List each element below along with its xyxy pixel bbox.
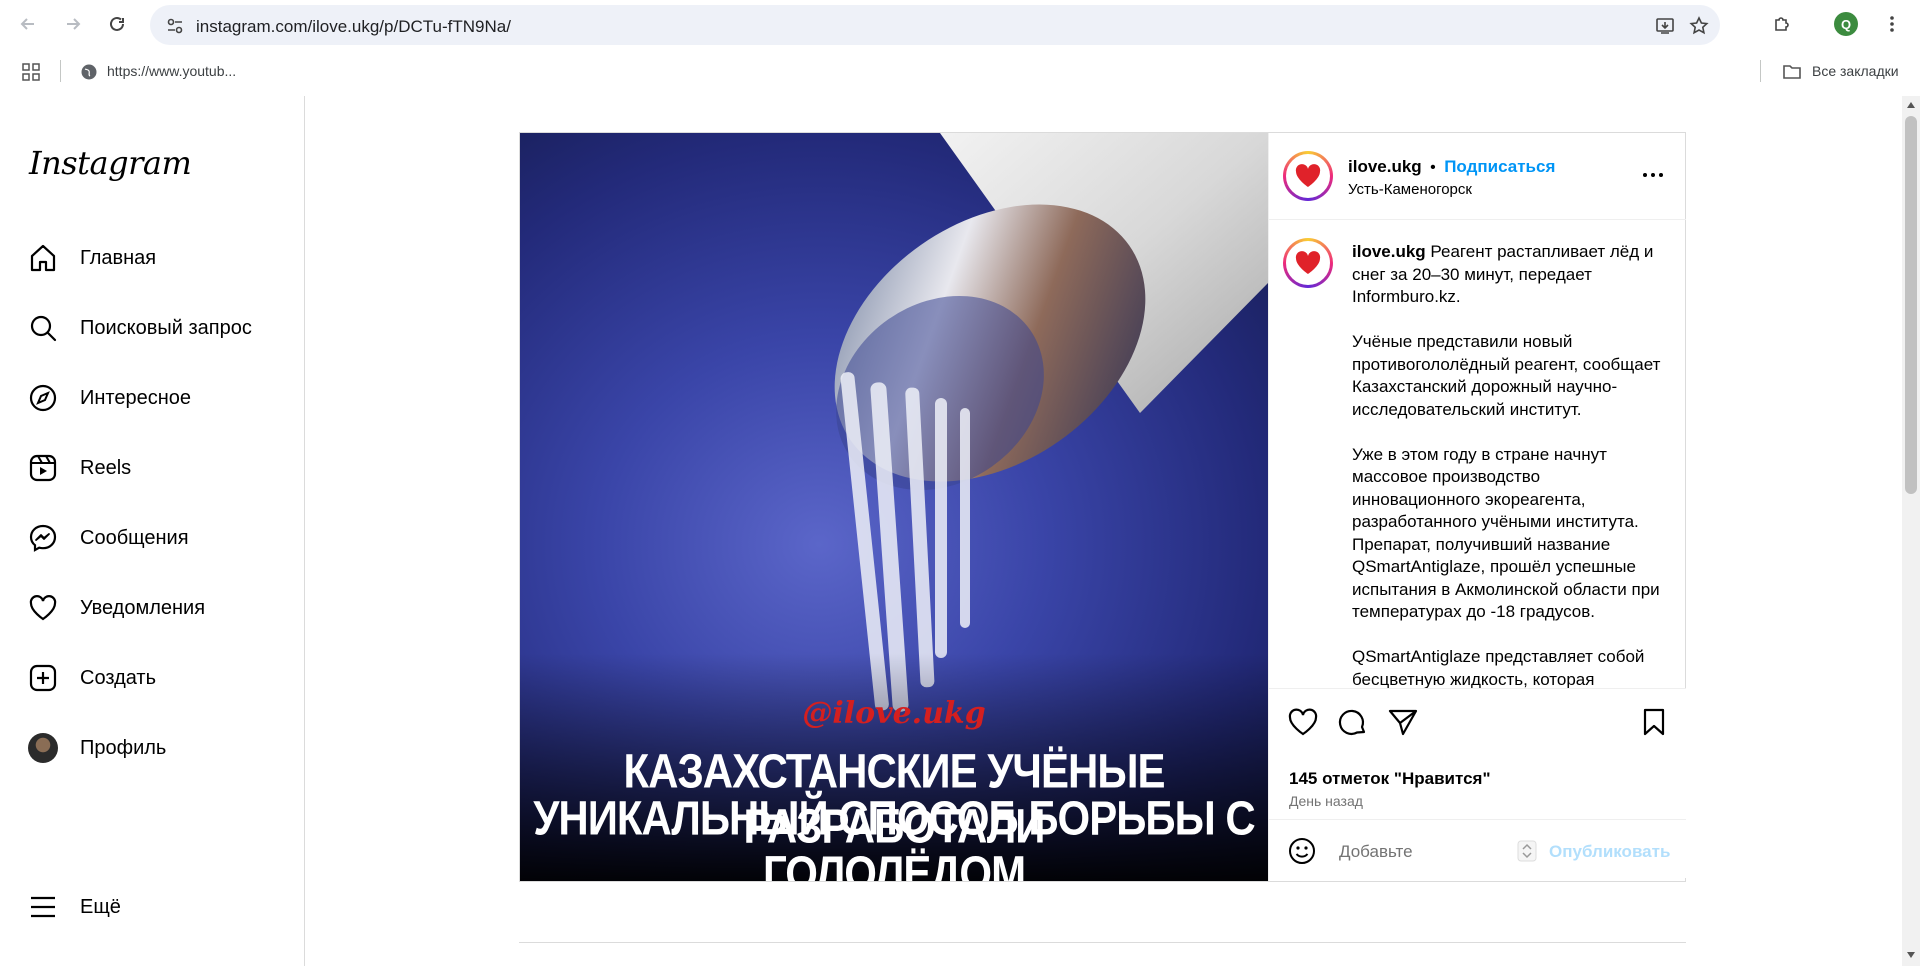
post-panel: ilove.ukg • Подписаться Усть-Каменогорск… [1268, 133, 1686, 881]
profile-avatar[interactable]: Q [1834, 12, 1858, 36]
likes-count[interactable]: 145 отметок "Нравится" [1289, 769, 1491, 789]
menu-button[interactable] [1878, 10, 1906, 38]
separator-dot: • [1430, 159, 1436, 176]
image-headline-line2: УНИКАЛЬНЫЙ СПОСОБ БОРЬБЫ С ГОЛОЛЁДОМ [533, 790, 1255, 881]
nav-label: Уведомления [80, 596, 206, 619]
forward-arrow-icon [67, 18, 81, 30]
caption-paragraph: Уже в этом году в стране начнут массовое… [1352, 444, 1660, 622]
puzzle-icon [1775, 17, 1789, 31]
post-actions: 145 отметок "Нравится" День назад Добавь… [1269, 688, 1686, 878]
comment-button[interactable] [1337, 707, 1369, 742]
reels-icon [26, 451, 60, 485]
folder-icon [1782, 63, 1802, 86]
extensions-button[interactable] [1768, 10, 1796, 38]
heart-logo-icon [1295, 164, 1321, 187]
nav-label: Главная [80, 246, 157, 269]
page-scrollbar[interactable] [1902, 96, 1920, 966]
globe-icon [80, 63, 98, 86]
feed-divider [519, 942, 1686, 943]
install-app-icon[interactable] [1654, 15, 1676, 37]
nav-search[interactable]: Поисковый запрос [26, 304, 286, 352]
resize-handle-icon [1517, 840, 1537, 867]
heart-icon [26, 591, 60, 625]
save-button[interactable] [1641, 707, 1667, 742]
site-info-icon[interactable] [164, 15, 186, 37]
apps-grid-icon[interactable] [22, 63, 40, 86]
nav-label: Создать [80, 666, 157, 689]
scroll-up-icon[interactable] [1906, 101, 1916, 109]
nav-more[interactable]: Ещё [26, 883, 286, 931]
heart-icon [1288, 708, 1318, 736]
share-button[interactable] [1387, 707, 1419, 742]
caption-username[interactable]: ilove.ukg [1352, 242, 1426, 261]
nav-label: Профиль [80, 736, 167, 759]
heart-logo-icon [1295, 251, 1321, 274]
nav-home[interactable]: Главная [26, 234, 286, 282]
post-time[interactable]: День назад [1289, 793, 1363, 809]
bookmark-icon [1643, 708, 1665, 736]
nav-notifications[interactable]: Уведомления [26, 584, 286, 632]
browser-toolbar: instagram.com/ilove.ukg/p/DCTu-fTN9Na/ Q [0, 0, 1920, 48]
url-text[interactable]: instagram.com/ilove.ukg/p/DCTu-fTN9Na/ [196, 17, 511, 37]
nav-create[interactable]: Создать [26, 654, 286, 702]
bookmark-youtube[interactable]: https://www.youtub... [107, 63, 236, 79]
forward-button[interactable] [59, 10, 87, 38]
post-card: @ilove.ukg КАЗАХСТАНСКИЕ УЧЁНЫЕ РАЗРАБОТ… [519, 132, 1686, 882]
follow-button[interactable]: Подписаться [1444, 157, 1555, 176]
caption-paragraph: Учёные представили новый противогололёдн… [1352, 332, 1661, 419]
scrollbar-thumb[interactable] [1905, 116, 1917, 494]
comment-input[interactable]: Добавьте [1339, 842, 1413, 862]
send-icon [1388, 709, 1418, 736]
plus-square-icon [26, 661, 60, 695]
nav-profile[interactable]: Профиль [26, 724, 286, 772]
hamburger-icon [26, 890, 60, 924]
back-arrow-icon [20, 18, 34, 30]
reload-icon [110, 16, 124, 31]
post-caption: ilove.ukg Реагент растапливает лёд и сне… [1352, 241, 1662, 714]
more-options-icon[interactable] [1641, 165, 1665, 190]
nav-label: Сообщения [80, 526, 189, 549]
emoji-icon[interactable] [1287, 836, 1317, 871]
reload-button[interactable] [103, 10, 131, 38]
compass-icon [26, 381, 60, 415]
search-icon [26, 311, 60, 345]
all-bookmarks[interactable]: Все закладки [1812, 63, 1899, 79]
nav-messages[interactable]: Сообщения [26, 514, 286, 562]
caption-paragraph: QSmartAntiglaze представляет собой бесцв… [1352, 647, 1645, 689]
author-username[interactable]: ilove.ukg [1348, 157, 1422, 176]
kebab-menu-icon [1890, 16, 1894, 32]
avatar [26, 731, 60, 765]
nav-label: Ещё [80, 895, 121, 918]
image-watermark: @ilove.ukg [802, 696, 986, 731]
nav-reels[interactable]: Reels [26, 444, 286, 492]
publish-button[interactable]: Опубликовать [1549, 842, 1670, 862]
author-avatar[interactable] [1283, 151, 1333, 201]
post-location[interactable]: Усть-Каменогорск [1348, 181, 1472, 198]
bookmark-star-icon[interactable] [1688, 15, 1710, 37]
bookmarks-bar: https://www.youtub... Все закладки [0, 48, 1920, 96]
comment-bar: Добавьте Опубликовать [1269, 819, 1686, 879]
post-image[interactable]: @ilove.ukg КАЗАХСТАНСКИЕ УЧЁНЫЕ РАЗРАБОТ… [520, 133, 1268, 881]
instagram-sidebar: Instagram Главная Поисковый запрос Интер… [0, 96, 305, 966]
bookmark-separator [1760, 60, 1761, 82]
caption-author-avatar[interactable] [1283, 238, 1333, 288]
post-header: ilove.ukg • Подписаться Усть-Каменогорск [1269, 133, 1686, 220]
like-button[interactable] [1287, 707, 1319, 742]
nav-label: Интересное [80, 386, 192, 409]
scroll-down-icon[interactable] [1906, 951, 1916, 959]
bookmark-separator [60, 60, 61, 82]
instagram-logo[interactable]: Instagram [29, 144, 192, 182]
home-icon [26, 241, 60, 275]
address-bar[interactable]: instagram.com/ilove.ukg/p/DCTu-fTN9Na/ [150, 5, 1720, 45]
nav-explore[interactable]: Интересное [26, 374, 286, 422]
nav-label: Reels [80, 456, 132, 479]
nav-label: Поисковый запрос [80, 316, 252, 339]
messenger-icon [26, 521, 60, 555]
back-button[interactable] [14, 10, 42, 38]
comment-icon [1338, 709, 1366, 736]
